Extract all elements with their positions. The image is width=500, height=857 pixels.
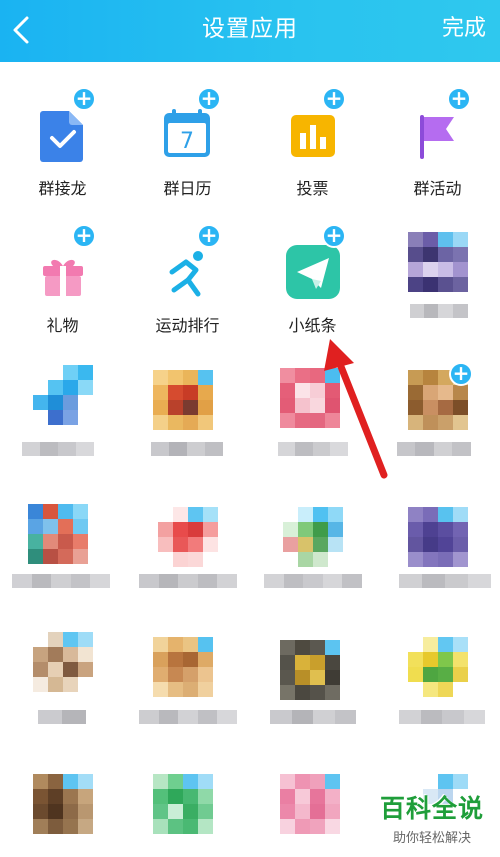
pixelated-app-label xyxy=(270,710,356,724)
pixelated-app-label xyxy=(139,710,237,724)
pixelated-app-icon xyxy=(33,365,93,425)
blurred-app-tile[interactable] xyxy=(375,622,500,752)
blurred-app-tile[interactable] xyxy=(125,622,250,752)
blurred-app-tile[interactable] xyxy=(250,350,375,480)
add-icon: + xyxy=(72,87,96,111)
app-tile-gift[interactable]: + 礼物 xyxy=(0,212,125,342)
app-tile-note[interactable]: + 小纸条 xyxy=(250,212,375,342)
add-icon: + xyxy=(322,87,346,111)
app-label: 投票 xyxy=(296,179,329,198)
blurred-app-tile[interactable] xyxy=(0,622,125,752)
pixelated-app-icon xyxy=(153,774,213,834)
pixelated-app-icon xyxy=(283,507,343,567)
pixelated-app-label xyxy=(410,304,468,318)
pixelated-app-icon xyxy=(28,504,88,564)
vote-chart-icon xyxy=(283,105,343,165)
header-bar: 设置应用 完成 xyxy=(0,0,500,62)
pixelated-app-icon xyxy=(408,507,468,567)
pixelated-app-icon xyxy=(408,232,468,292)
app-label: 礼物 xyxy=(46,316,79,335)
app-tile-activity[interactable]: + 群活动 xyxy=(375,75,500,205)
blurred-app-tile[interactable] xyxy=(250,752,375,857)
app-label: 群活动 xyxy=(413,179,462,198)
app-label: 小纸条 xyxy=(288,316,337,335)
pixelated-app-label xyxy=(264,574,362,588)
running-icon xyxy=(158,242,218,302)
watermark-subtitle: 助你轻松解决 xyxy=(392,831,471,846)
paper-plane-icon xyxy=(283,242,343,302)
pixelated-app-icon xyxy=(280,368,340,428)
pixelated-app-label xyxy=(12,574,110,588)
done-button[interactable]: 完成 xyxy=(442,0,486,58)
blurred-app-tile[interactable] xyxy=(0,492,125,622)
add-icon: + xyxy=(449,362,473,386)
add-icon: + xyxy=(72,224,96,248)
app-tile-solitaire[interactable]: + 群接龙 xyxy=(0,75,125,205)
gift-icon xyxy=(33,242,93,302)
pixelated-app-label xyxy=(278,442,348,456)
app-label: 群接龙 xyxy=(38,179,87,198)
pixelated-app-label xyxy=(151,442,223,456)
calendar-icon: 7 xyxy=(158,105,218,165)
blurred-app-tile[interactable] xyxy=(125,752,250,857)
add-icon: + xyxy=(197,224,221,248)
pixelated-app-label xyxy=(399,574,491,588)
add-icon: + xyxy=(447,87,471,111)
svg-text:7: 7 xyxy=(180,129,194,154)
blurred-app-tile[interactable] xyxy=(250,622,375,752)
blurred-app-tile[interactable] xyxy=(375,212,500,342)
pixelated-app-label xyxy=(399,710,485,724)
pixelated-app-icon xyxy=(280,774,340,834)
app-label: 群日历 xyxy=(163,179,212,198)
app-label: 运动排行 xyxy=(155,316,220,335)
blurred-app-tile[interactable] xyxy=(375,492,500,622)
app-tile-calendar[interactable]: 7 + 群日历 xyxy=(125,75,250,205)
watermark-title: 百科全说 xyxy=(379,794,484,823)
app-tile-vote[interactable]: + 投票 xyxy=(250,75,375,205)
pixelated-app-icon xyxy=(33,774,93,834)
add-icon: + xyxy=(197,87,221,111)
pixelated-app-icon xyxy=(153,370,213,430)
pixelated-app-icon xyxy=(408,637,468,697)
watermark-logo: 百科全说 助你轻松解决 xyxy=(372,789,492,851)
page-title: 设置应用 xyxy=(202,16,298,42)
blurred-app-tile[interactable] xyxy=(250,492,375,622)
pixelated-app-label xyxy=(397,442,471,456)
pixelated-app-label xyxy=(139,574,237,588)
pixelated-app-icon xyxy=(153,637,213,697)
blurred-app-tile[interactable] xyxy=(125,492,250,622)
flag-icon xyxy=(408,105,468,165)
pixelated-app-icon xyxy=(158,507,218,567)
pixelated-app-icon xyxy=(33,632,93,692)
add-icon: + xyxy=(322,224,346,248)
pixelated-app-label xyxy=(38,710,86,724)
blurred-app-tile[interactable] xyxy=(125,350,250,480)
app-tile-sport[interactable]: + 运动排行 xyxy=(125,212,250,342)
blurred-app-tile[interactable] xyxy=(0,752,125,857)
blurred-app-tile[interactable] xyxy=(0,350,125,480)
pixelated-app-label xyxy=(22,442,94,456)
solitaire-doc-icon xyxy=(33,105,93,165)
blurred-app-tile[interactable]: + xyxy=(375,350,500,480)
pixelated-app-icon xyxy=(280,640,340,700)
